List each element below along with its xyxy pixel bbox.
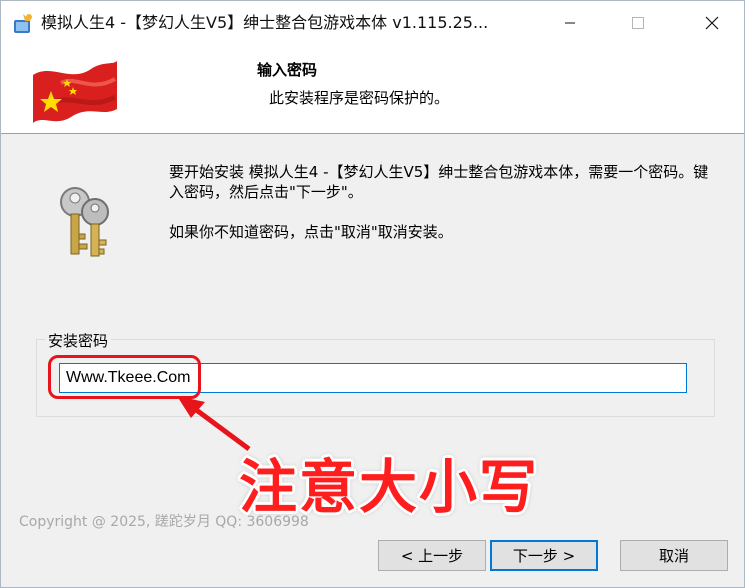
minimize-button[interactable] <box>547 1 593 45</box>
header-subtitle: 此安装程序是密码保护的。 <box>269 89 450 107</box>
back-button[interactable]: < 上一步 <box>378 540 486 571</box>
window-title: 模拟人生4 -【梦幻人生V5】绅士整合包游戏本体 v1.115.25... <box>41 13 489 32</box>
header-title: 输入密码 <box>257 61 318 79</box>
wizard-header: 输入密码 此安装程序是密码保护的。 <box>1 45 744 134</box>
minimize-icon <box>565 22 575 24</box>
annotation-highlight-box <box>48 355 201 399</box>
instruction-text: 要开始安装 模拟人生4 -【梦幻人生V5】绅士整合包游戏本体，需要一个密码。键入… <box>169 163 709 201</box>
chinese-flag-image <box>33 61 117 123</box>
keys-icon <box>60 187 109 257</box>
wizard-body: 要开始安装 模拟人生4 -【梦幻人生V5】绅士整合包游戏本体，需要一个密码。键入… <box>1 134 744 587</box>
cancel-hint-text: 如果你不知道密码，点击"取消"取消安装。 <box>169 223 453 241</box>
cancel-button[interactable]: 取消 <box>620 540 728 571</box>
maximize-button[interactable] <box>615 1 661 45</box>
copyright-text: Copyright @ 2025, 蹉跎岁月 QQ: 3606998 <box>19 514 309 530</box>
next-button[interactable]: 下一步 > <box>490 540 598 571</box>
password-group-label: 安装密码 <box>45 330 112 351</box>
close-icon <box>705 16 719 30</box>
title-bar[interactable]: 模拟人生4 -【梦幻人生V5】绅士整合包游戏本体 v1.115.25... <box>1 1 744 45</box>
installer-window: 模拟人生4 -【梦幻人生V5】绅士整合包游戏本体 v1.115.25... 输入… <box>0 0 745 588</box>
close-button[interactable] <box>689 1 735 45</box>
installer-icon <box>14 14 32 33</box>
maximize-icon <box>632 17 644 29</box>
